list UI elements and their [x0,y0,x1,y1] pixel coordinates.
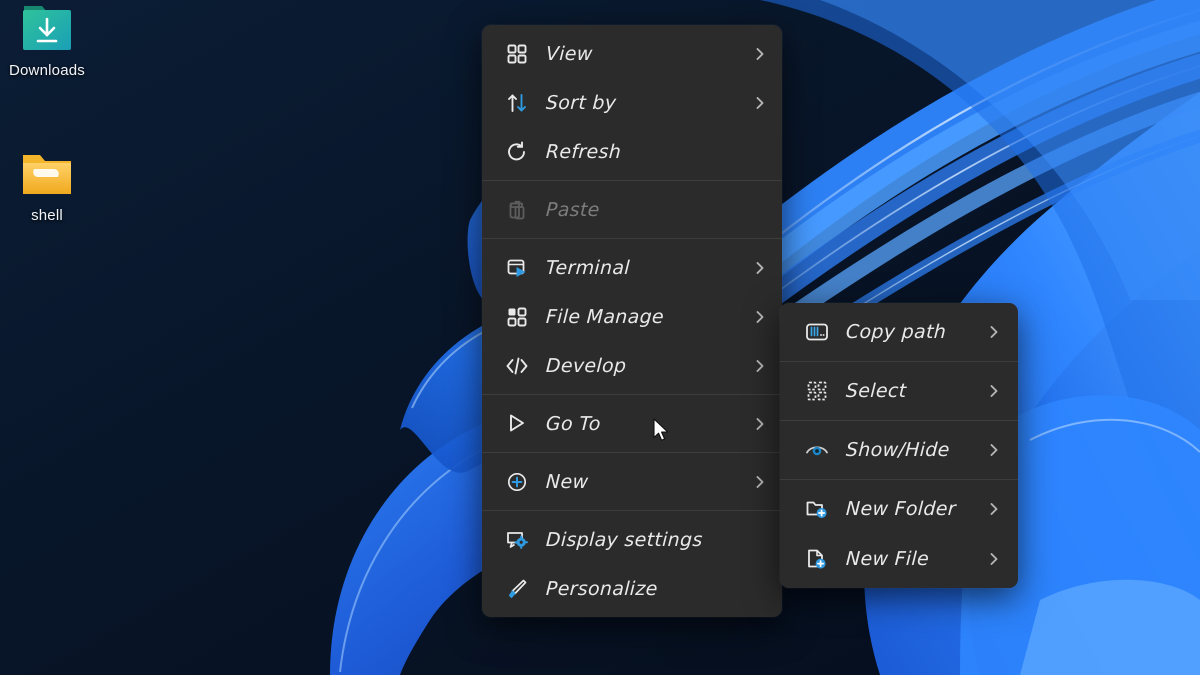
desktop-icon-label: Downloads [8,62,85,79]
submenu-item-label: Show/Hide [845,439,951,461]
chevron-right-icon [986,501,1002,517]
chevron-right-icon [986,383,1002,399]
submenu-item-label: New Folder [845,498,957,520]
chevron-right-icon [986,551,1002,567]
submenu-item-label: Select [845,380,907,402]
menu-group: Paste [482,181,782,238]
select-grid-icon [804,378,830,404]
pointer-arrow-icon [504,411,530,437]
menu-item-label: Terminal [545,256,631,279]
sort-arrows-icon [504,90,530,116]
file-manage-submenu[interactable]: Copy path Select Show/Hide New Folder Ne… [780,303,1018,588]
file-manager-icon [504,304,530,330]
chevron-right-icon [752,260,768,276]
menu-item-label: Display settings [545,528,704,551]
chevron-right-icon [752,474,768,490]
menu-item-label: Go To [545,412,602,435]
desktop-context-menu[interactable]: View Sort by Refresh Paste Terminal File… [482,25,782,617]
chevron-right-icon [986,324,1002,340]
menu-item-label: Refresh [545,140,622,163]
submenu-item-show-hide[interactable]: Show/Hide [780,425,1018,475]
menu-group: View Sort by Refresh [482,25,782,180]
menu-item-terminal[interactable]: Terminal [482,243,782,292]
desktop[interactable]: Downloads shell View Sort by Refresh Pas… [0,0,1200,675]
eye-icon [804,437,830,463]
new-folder-icon [804,496,830,522]
menu-item-personalize[interactable]: Personalize [482,564,782,613]
menu-item-paste: Paste [482,185,782,234]
code-brackets-icon [504,353,530,379]
copy-path-icon [804,319,830,345]
submenu-item-select[interactable]: Select [780,366,1018,416]
submenu-item-label: Copy path [845,321,947,343]
menu-item-go-to[interactable]: Go To [482,399,782,448]
chevron-right-icon [752,358,768,374]
new-file-icon [804,546,830,572]
submenu-item-label: New File [845,548,930,570]
menu-group: New [482,453,782,510]
menu-item-label: Develop [545,354,627,377]
chevron-right-icon [752,309,768,325]
desktop-icon-label: shell [31,207,63,224]
menu-item-file-manage[interactable]: File Manage [482,292,782,341]
menu-group: Select [780,362,1018,420]
chevron-right-icon [752,95,768,111]
submenu-item-copy-path[interactable]: Copy path [780,307,1018,357]
menu-item-develop[interactable]: Develop [482,341,782,390]
menu-item-view[interactable]: View [482,29,782,78]
plus-circle-icon [504,469,530,495]
menu-item-sort-by[interactable]: Sort by [482,78,782,127]
menu-item-label: Sort by [545,91,617,114]
menu-item-label: Paste [545,198,601,221]
submenu-item-new-file[interactable]: New File [780,534,1018,584]
menu-item-display-settings[interactable]: Display settings [482,515,782,564]
grid-view-icon [504,41,530,67]
chevron-right-icon [752,416,768,432]
monitor-gear-icon [504,527,530,553]
paint-brush-icon [504,576,530,602]
menu-item-label: File Manage [545,305,665,328]
folder-icon [14,147,80,201]
desktop-icon-shell[interactable]: shell [0,147,102,224]
chevron-right-icon [752,46,768,62]
terminal-icon [504,255,530,281]
menu-item-new[interactable]: New [482,457,782,506]
menu-group: Terminal File Manage Develop [482,239,782,394]
menu-group: Go To [482,395,782,452]
refresh-icon [504,139,530,165]
chevron-right-icon [986,442,1002,458]
menu-group: Show/Hide [780,421,1018,479]
menu-group: Copy path [780,303,1018,361]
menu-item-label: New [545,470,589,493]
menu-group: New Folder New File [780,480,1018,588]
submenu-item-new-folder[interactable]: New Folder [780,484,1018,534]
menu-item-label: View [545,42,594,65]
desktop-icon-downloads[interactable]: Downloads [0,2,102,79]
menu-item-label: Personalize [545,577,659,600]
menu-item-refresh[interactable]: Refresh [482,127,782,176]
paste-clipboard-icon [504,197,530,223]
downloads-folder-icon [14,2,80,56]
menu-group: Display settings Personalize [482,511,782,617]
